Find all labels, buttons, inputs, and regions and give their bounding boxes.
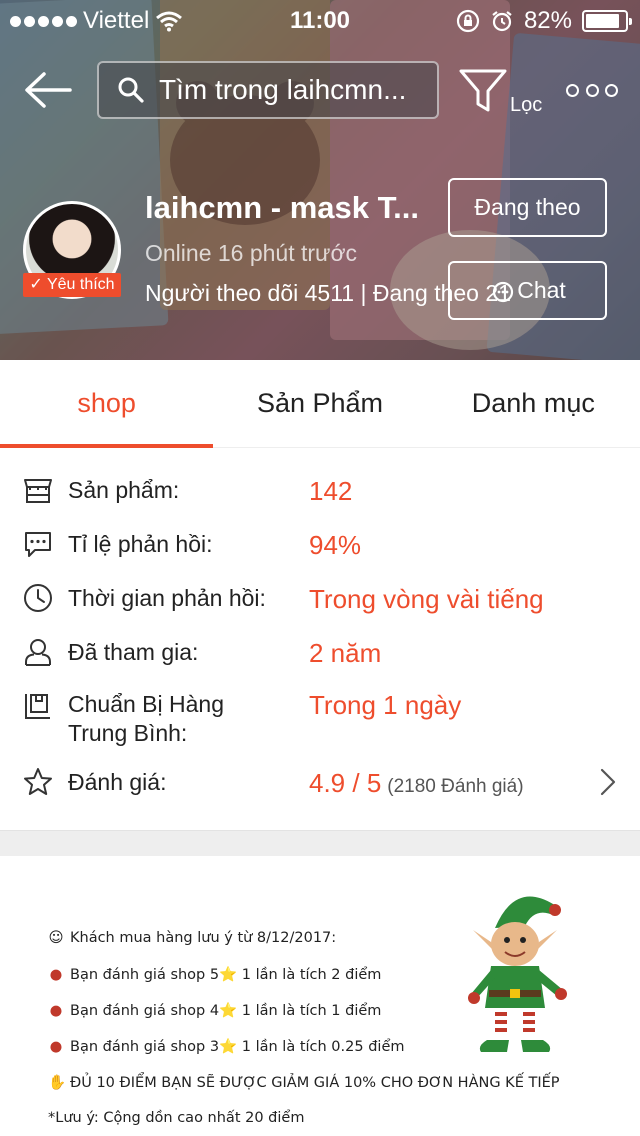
hands-emoji-icon: ✋ — [48, 1075, 67, 1091]
preparation-value: Trong 1 ngày — [309, 690, 462, 720]
more-options-button[interactable] — [566, 80, 618, 100]
tab-products[interactable]: Sản Phẩm — [213, 360, 426, 447]
rating-count: (2180 Đánh giá) — [387, 776, 524, 797]
rating-label: Đánh giá: — [68, 769, 167, 795]
chat-button-label: Chat — [517, 277, 566, 303]
chat-bubble-icon — [492, 281, 514, 303]
shop-info-list: Sản phẩm: 142 Tỉ lệ phản hồi: 94% Thời g… — [0, 448, 640, 830]
status-bar: Viettel 11:00 82% — [0, 0, 640, 40]
notice-line: ● Bạn đánh giá shop 3⭐ 1 lần là tích 0.25… — [49, 1039, 405, 1055]
back-button[interactable] — [22, 70, 74, 110]
joined-value: 2 năm — [309, 638, 382, 668]
joined-label: Đã tham gia: — [68, 639, 199, 665]
person-emoji-icon: ☺ — [48, 930, 64, 946]
notice-line: *Lưu ý: Cộng dồn cao nhất 20 điểm — [48, 1110, 305, 1126]
more-dot-icon — [605, 83, 618, 97]
shop-notice: ☺ Khách mua hàng lưu ý từ 8/12/2017: ● Bạn… — [0, 856, 640, 1136]
preparation-label-line2: Trung Bình: — [68, 720, 188, 746]
shop-search-input[interactable]: Tìm trong laihcmn... — [97, 61, 439, 119]
notice-line: ● Bạn đánh giá shop 4⭐ 1 lần là tích 1 đi… — [49, 1003, 382, 1019]
back-arrow-icon — [25, 72, 72, 108]
notice-line: ✋ ĐỦ 10 ĐIỂM BẠN SẼ ĐƯỢC GIẢM GIÁ 10% CHO… — [48, 1075, 560, 1091]
clock-icon — [24, 584, 52, 612]
filter-funnel-icon — [459, 69, 507, 112]
more-dot-icon — [585, 83, 599, 97]
filter-button[interactable]: Lọc — [458, 68, 548, 118]
shop-name: laihcmn - mask T... — [145, 190, 419, 225]
rotation-lock-icon — [456, 9, 480, 33]
lips-emoji-icon: ● — [49, 1003, 63, 1019]
response-rate-label: Tỉ lệ phản hồi: — [68, 531, 213, 557]
rating-value: 4.9 / 5 (2180 Đánh giá) — [309, 768, 524, 798]
preparation-label-line1: Chuẩn Bị Hàng — [68, 691, 224, 717]
products-label: Sản phẩm: — [68, 477, 180, 503]
alarm-icon — [492, 11, 512, 32]
section-divider — [0, 830, 640, 856]
package-prep-icon — [25, 694, 50, 719]
store-icon — [24, 479, 52, 503]
user-icon — [25, 639, 51, 666]
elf-illustration — [468, 896, 567, 1052]
filter-label: Lọc — [510, 94, 543, 116]
follow-button[interactable]: Đang theo — [448, 178, 607, 237]
battery-percent: 82% — [523, 7, 572, 34]
notice-line: ● Bạn đánh giá shop 5⭐ 1 lần là tích 2 đi… — [49, 967, 382, 983]
chat-button[interactable]: Chat — [448, 261, 607, 320]
tab-categories[interactable]: Danh mục — [427, 360, 640, 447]
star-icon — [24, 768, 52, 795]
chevron-right-icon — [600, 768, 616, 796]
chat-bubble-icon — [25, 532, 51, 557]
online-status: Online 16 phút trước — [145, 240, 358, 266]
tab-shop[interactable]: shop — [0, 360, 214, 448]
search-icon — [118, 77, 144, 103]
search-placeholder: Tìm trong laihcmn... — [159, 74, 407, 105]
status-right: 82% — [456, 7, 632, 35]
shop-tabs: shop Sản Phẩm Danh mục — [0, 360, 640, 448]
response-time-label: Thời gian phản hồi: — [68, 585, 266, 611]
shop-avatar[interactable]: ✓ Yêu thích — [23, 201, 121, 299]
favorite-badge: ✓ Yêu thích — [23, 273, 121, 297]
more-dot-icon — [566, 83, 579, 97]
products-value: 142 — [309, 476, 353, 506]
lips-emoji-icon: ● — [49, 1039, 63, 1055]
lips-emoji-icon: ● — [49, 967, 63, 983]
response-time-value: Trong vòng vài tiếng — [309, 584, 544, 614]
follow-button-label: Đang theo — [474, 194, 581, 220]
response-rate-value: 94% — [309, 530, 362, 560]
battery-icon — [582, 10, 632, 32]
notice-line: ☺ Khách mua hàng lưu ý từ 8/12/2017: — [48, 930, 337, 946]
